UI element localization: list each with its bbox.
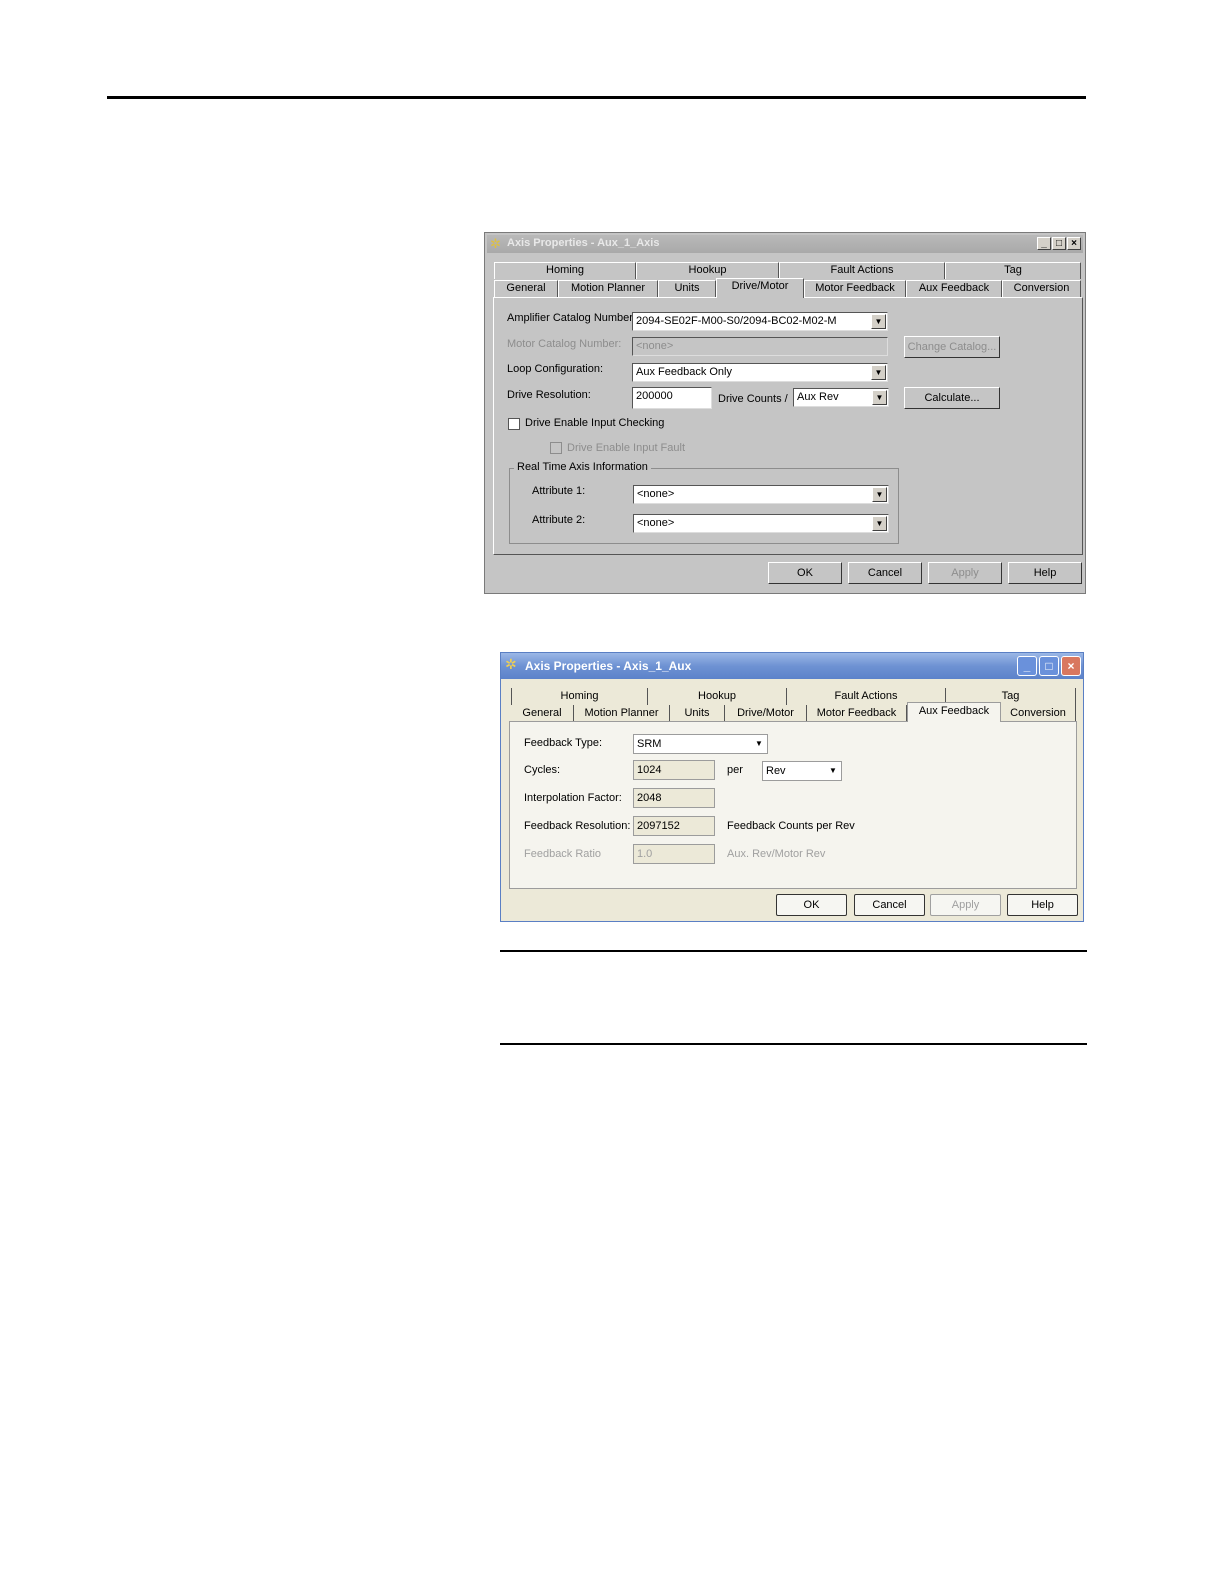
tab-drive-motor[interactable]: Drive/Motor	[725, 705, 807, 722]
maximize-button[interactable]: □	[1039, 656, 1059, 676]
attribute-1-select[interactable]: <none> ▼	[633, 485, 889, 504]
feedback-type-label: Feedback Type:	[524, 737, 603, 749]
minimize-button[interactable]: _	[1037, 237, 1051, 250]
ok-button[interactable]: OK	[768, 562, 842, 584]
drive-counts-unit-select[interactable]: Aux Rev ▼	[793, 388, 889, 407]
minimize-button[interactable]: _	[1017, 656, 1037, 676]
tab-fault-actions[interactable]: Fault Actions	[779, 262, 945, 279]
feedback-ratio-unit: Aux. Rev/Motor Rev	[727, 848, 826, 860]
tab-general[interactable]: General	[511, 705, 574, 722]
title-bar[interactable]: ✲ Axis Properties - Aux_1_Axis _ □ ×	[487, 235, 1083, 253]
maximize-button[interactable]: □	[1052, 237, 1066, 250]
apply-button[interactable]: Apply	[930, 894, 1001, 916]
aux-feedback-panel: Feedback Type: SRM ▼ Cycles: 1024 per Re…	[509, 721, 1077, 889]
attribute-2-label: Attribute 2:	[532, 514, 586, 526]
cancel-button[interactable]: Cancel	[848, 562, 922, 584]
app-gear-icon: ✲	[490, 236, 501, 251]
tab-motor-feedback[interactable]: Motor Feedback	[804, 280, 906, 297]
tab-homing[interactable]: Homing	[511, 688, 648, 705]
drive-counts-label: Drive Counts /	[718, 393, 788, 405]
motor-catalog-label: Motor Catalog Number:	[507, 338, 622, 350]
dialog-title: Axis Properties - Axis_1_Aux	[525, 659, 692, 673]
tab-tag[interactable]: Tag	[945, 262, 1081, 279]
cycles-label: Cycles:	[524, 764, 561, 776]
real-time-axis-group: Real Time Axis Information Attribute 1: …	[509, 461, 899, 544]
help-button[interactable]: Help	[1007, 894, 1078, 916]
title-bar[interactable]: ✲ Axis Properties - Axis_1_Aux _ □ ×	[501, 653, 1083, 679]
tab-aux-feedback[interactable]: Aux Feedback	[907, 702, 1001, 722]
tab-general[interactable]: General	[494, 280, 558, 297]
chevron-down-icon[interactable]: ▼	[871, 365, 886, 380]
apply-button[interactable]: Apply	[928, 562, 1002, 584]
chevron-down-icon[interactable]: ▼	[826, 763, 840, 779]
help-button[interactable]: Help	[1008, 562, 1082, 584]
chevron-down-icon[interactable]: ▼	[872, 390, 887, 405]
note-bottom-rule	[500, 1043, 1087, 1045]
ok-button[interactable]: OK	[776, 894, 847, 916]
chevron-down-icon[interactable]: ▼	[872, 487, 887, 502]
amplifier-catalog-label: Amplifier Catalog Number:	[507, 312, 636, 324]
change-catalog-button[interactable]: Change Catalog...	[904, 336, 1000, 358]
tab-motion-planner[interactable]: Motion Planner	[558, 280, 658, 297]
tab-hookup[interactable]: Hookup	[636, 262, 779, 279]
tab-homing[interactable]: Homing	[494, 262, 636, 279]
tab-motion-planner[interactable]: Motion Planner	[574, 705, 670, 722]
close-button[interactable]: ×	[1061, 656, 1081, 676]
dialog-title: Axis Properties - Aux_1_Axis	[507, 237, 660, 249]
cycles-field[interactable]: 1024	[633, 760, 715, 780]
drive-resolution-label: Drive Resolution:	[507, 389, 591, 401]
drive-enable-fault-label: Drive Enable Input Fault	[567, 442, 686, 454]
interpolation-factor-label: Interpolation Factor:	[524, 792, 622, 804]
tab-aux-feedback[interactable]: Aux Feedback	[906, 280, 1002, 297]
motor-catalog-field: <none>	[632, 337, 888, 356]
interpolation-factor-field[interactable]: 2048	[633, 788, 715, 808]
loop-configuration-label: Loop Configuration:	[507, 363, 604, 375]
tab-conversion[interactable]: Conversion	[1001, 705, 1076, 722]
per-unit-select[interactable]: Rev ▼	[762, 761, 842, 781]
feedback-resolution-label: Feedback Resolution:	[524, 820, 631, 832]
attribute-2-select[interactable]: <none> ▼	[633, 514, 889, 533]
drive-resolution-input[interactable]: 200000	[632, 387, 712, 409]
drive-enable-checkbox[interactable]	[508, 418, 520, 430]
drive-motor-panel: Amplifier Catalog Number: 2094-SE02F-M00…	[493, 297, 1083, 555]
tab-hookup[interactable]: Hookup	[648, 688, 787, 705]
header-rule	[107, 96, 1086, 99]
tab-drive-motor[interactable]: Drive/Motor	[716, 278, 804, 298]
chevron-down-icon[interactable]: ▼	[871, 314, 886, 329]
axis-properties-dialog-drive-motor: ✲ Axis Properties - Aux_1_Axis _ □ × Hom…	[484, 232, 1086, 594]
feedback-resolution-unit: Feedback Counts per Rev	[727, 820, 855, 832]
note-top-rule	[500, 950, 1087, 952]
drive-enable-fault-checkbox[interactable]	[550, 442, 562, 454]
tab-units[interactable]: Units	[658, 280, 716, 297]
axis-properties-dialog-aux-feedback: ✲ Axis Properties - Axis_1_Aux _ □ × Hom…	[500, 652, 1084, 922]
feedback-ratio-field: 1.0	[633, 844, 715, 864]
chevron-down-icon[interactable]: ▼	[872, 516, 887, 531]
per-label: per	[727, 764, 743, 776]
amplifier-catalog-select[interactable]: 2094-SE02F-M00-S0/2094-BC02-M02-M ▼	[632, 312, 888, 331]
tab-motor-feedback[interactable]: Motor Feedback	[807, 705, 907, 722]
feedback-type-select[interactable]: SRM ▼	[633, 734, 768, 754]
chevron-down-icon[interactable]: ▼	[752, 736, 766, 752]
loop-configuration-select[interactable]: Aux Feedback Only ▼	[632, 363, 888, 382]
drive-enable-checking-label: Drive Enable Input Checking	[525, 417, 665, 429]
real-time-axis-group-label: Real Time Axis Information	[514, 461, 651, 473]
close-button[interactable]: ×	[1067, 237, 1081, 250]
feedback-ratio-label: Feedback Ratio	[524, 848, 602, 860]
app-gear-icon: ✲	[505, 656, 517, 672]
calculate-button[interactable]: Calculate...	[904, 387, 1000, 409]
cancel-button[interactable]: Cancel	[854, 894, 925, 916]
tab-conversion[interactable]: Conversion	[1002, 280, 1081, 297]
attribute-1-label: Attribute 1:	[532, 485, 586, 497]
tab-units[interactable]: Units	[670, 705, 725, 722]
feedback-resolution-field[interactable]: 2097152	[633, 816, 715, 836]
